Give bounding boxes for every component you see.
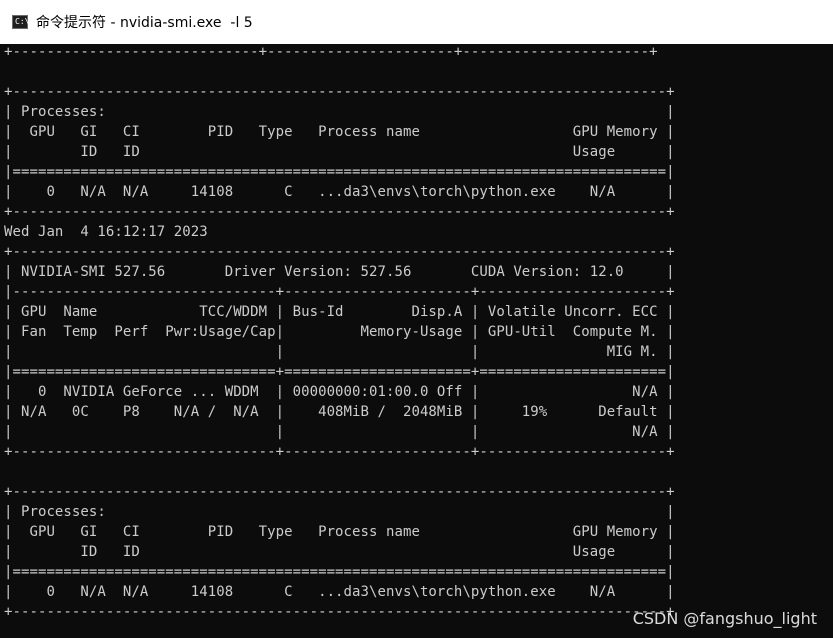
watermark: CSDN @fangshuo_light bbox=[632, 609, 817, 628]
console-line: |===============================+=======… bbox=[4, 364, 675, 380]
console-line: +---------------------------------------… bbox=[4, 204, 675, 220]
console-line: | N/A 0C P8 N/A / N/A | 408MiB / 2048MiB… bbox=[4, 404, 675, 420]
console-line: | | | MIG M. | bbox=[4, 344, 675, 360]
window-title: 命令提示符 - nvidia-smi.exe -l 5 bbox=[36, 15, 253, 31]
console-line: | 0 NVIDIA GeForce ... WDDM | 00000000:0… bbox=[4, 384, 675, 400]
console-output[interactable]: +-----------------------------+---------… bbox=[0, 42, 833, 638]
console-line: +---------------------------------------… bbox=[4, 84, 675, 100]
console-line: +---------------------------------------… bbox=[4, 484, 675, 500]
console-line: | Fan Temp Perf Pwr:Usage/Cap| Memory-Us… bbox=[4, 324, 675, 340]
console-line: |-------------------------------+-------… bbox=[4, 284, 675, 300]
command-prompt-window: C:\ 命令提示符 - nvidia-smi.exe -l 5 +-------… bbox=[0, 0, 833, 638]
console-line: +---------------------------------------… bbox=[4, 244, 675, 260]
console-line: | Processes: | bbox=[4, 104, 675, 120]
console-line: Wed Jan 4 16:12:17 2023 bbox=[4, 224, 208, 240]
console-line: +-----------------------------+---------… bbox=[4, 44, 658, 60]
console-line: | ID ID Usage | bbox=[4, 544, 675, 560]
console-line: |=======================================… bbox=[4, 164, 675, 180]
console-line: +-------------------------------+-------… bbox=[4, 444, 675, 460]
console-line: | GPU GI CI PID Type Process name GPU Me… bbox=[4, 524, 675, 540]
terminal-icon: C:\ bbox=[12, 15, 30, 29]
console-line: | 0 N/A N/A 14108 C ...da3\envs\torch\py… bbox=[4, 184, 675, 200]
console-line: | NVIDIA-SMI 527.56 Driver Version: 527.… bbox=[4, 264, 675, 280]
console-line: | 0 N/A N/A 14108 C ...da3\envs\torch\py… bbox=[4, 584, 675, 600]
console-line: | GPU GI CI PID Type Process name GPU Me… bbox=[4, 124, 675, 140]
console-line: | GPU Name TCC/WDDM | Bus-Id Disp.A | Vo… bbox=[4, 304, 675, 320]
console-line: |=======================================… bbox=[4, 564, 675, 580]
console-line: | | | N/A | bbox=[4, 424, 675, 440]
console-line: | Processes: | bbox=[4, 504, 675, 520]
console-line: | ID ID Usage | bbox=[4, 144, 675, 160]
title-bar[interactable]: C:\ 命令提示符 - nvidia-smi.exe -l 5 bbox=[0, 0, 833, 44]
terminal-icon-glyph: C:\ bbox=[15, 17, 30, 26]
